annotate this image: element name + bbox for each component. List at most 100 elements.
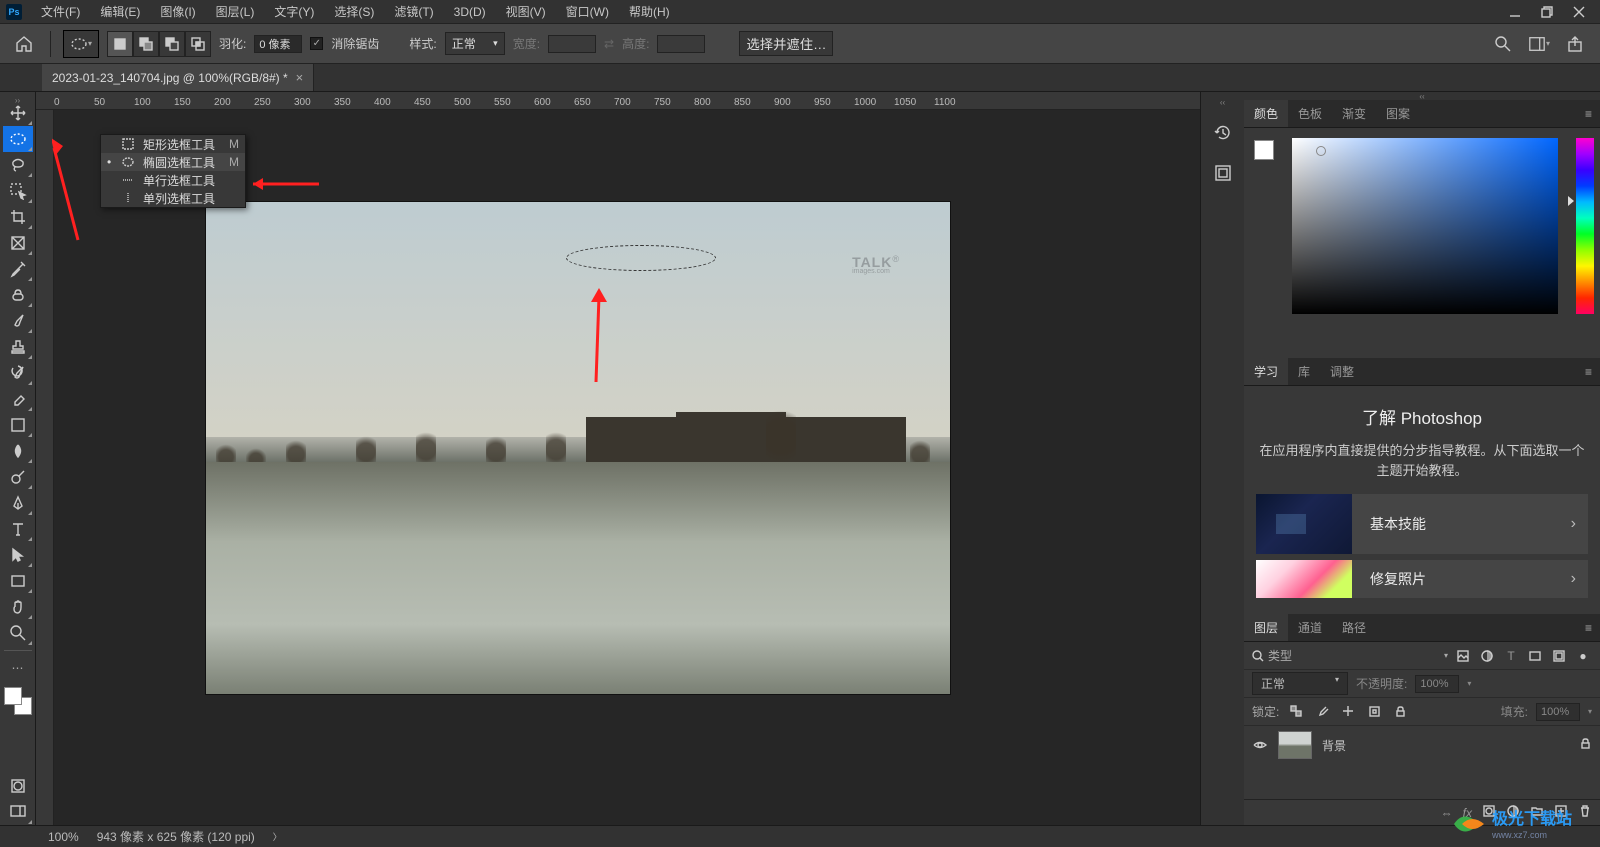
antialias-checkbox[interactable] xyxy=(310,37,323,50)
menu-3d[interactable]: 3D(D) xyxy=(445,2,495,22)
menu-image[interactable]: 图像(I) xyxy=(151,0,204,23)
canvas[interactable]: 矩形选框工具 M • 椭圆选框工具 M 单行选框工具 单列选框 xyxy=(54,110,1200,825)
menu-type[interactable]: 文字(Y) xyxy=(265,0,323,23)
healing-brush-tool-icon[interactable] xyxy=(3,282,33,308)
status-menu-icon[interactable]: 〉 xyxy=(273,830,282,843)
filter-toggle-icon[interactable]: ● xyxy=(1574,647,1592,665)
menu-view[interactable]: 视图(V) xyxy=(497,0,555,23)
menu-window[interactable]: 窗口(W) xyxy=(557,0,618,23)
hand-tool-icon[interactable] xyxy=(3,594,33,620)
flyout-rect-marquee[interactable]: 矩形选框工具 M xyxy=(101,135,245,153)
delete-layer-icon[interactable] xyxy=(1578,804,1592,821)
panels-grip-icon[interactable]: ‹‹ xyxy=(1244,92,1600,100)
blend-mode-select[interactable]: 正常 ▾ xyxy=(1252,672,1348,695)
selection-new-icon[interactable] xyxy=(107,31,133,57)
path-select-tool-icon[interactable] xyxy=(3,542,33,568)
dock-grip-icon[interactable]: ‹‹ xyxy=(1215,98,1231,107)
lock-all-icon[interactable] xyxy=(1391,703,1409,721)
fill-input[interactable]: 100% xyxy=(1536,703,1580,721)
eyedropper-tool-icon[interactable] xyxy=(3,256,33,282)
document-tab[interactable]: 2023-01-23_140704.jpg @ 100%(RGB/8#) * × xyxy=(42,64,314,91)
link-layers-icon[interactable]: ⇔ xyxy=(1441,806,1453,820)
window-close-icon[interactable] xyxy=(1568,3,1590,21)
lasso-tool-icon[interactable] xyxy=(3,152,33,178)
quick-mask-icon[interactable] xyxy=(3,773,33,799)
filter-adjust-icon[interactable] xyxy=(1478,647,1496,665)
tab-learn[interactable]: 学习 xyxy=(1244,358,1288,385)
flyout-single-column[interactable]: 单列选框工具 xyxy=(101,189,245,207)
current-tool-icon[interactable]: ▾ xyxy=(63,30,99,58)
blur-tool-icon[interactable] xyxy=(3,438,33,464)
filter-shape-icon[interactable] xyxy=(1526,647,1544,665)
menu-help[interactable]: 帮助(H) xyxy=(620,0,679,23)
tab-libraries[interactable]: 库 xyxy=(1288,358,1320,385)
tab-gradients[interactable]: 渐变 xyxy=(1332,100,1376,127)
zoom-tool-icon[interactable] xyxy=(3,620,33,646)
rectangle-tool-icon[interactable] xyxy=(3,568,33,594)
menu-layer[interactable]: 图层(L) xyxy=(207,0,264,23)
fx-icon[interactable]: fx xyxy=(1463,806,1472,820)
move-tool-icon[interactable] xyxy=(3,100,33,126)
history-panel-icon[interactable] xyxy=(1209,119,1237,147)
lock-icon[interactable] xyxy=(1579,737,1592,753)
edit-toolbar-icon[interactable]: ⋯ xyxy=(3,655,33,681)
lock-transparent-icon[interactable] xyxy=(1287,703,1305,721)
flyout-single-row[interactable]: 单行选框工具 xyxy=(101,171,245,189)
zoom-level[interactable]: 100% xyxy=(48,830,79,844)
panel-menu-icon[interactable]: ≡ xyxy=(1577,365,1600,379)
layer-row-background[interactable]: 背景 xyxy=(1244,726,1600,764)
stamp-tool-icon[interactable] xyxy=(3,334,33,360)
type-tool-icon[interactable] xyxy=(3,516,33,542)
workspace-switcher-icon[interactable]: ▾ xyxy=(1528,33,1550,55)
tutorial-retouch[interactable]: 修复照片 › xyxy=(1256,560,1588,598)
dodge-tool-icon[interactable] xyxy=(3,464,33,490)
document-dimensions[interactable]: 943 像素 x 625 像素 (120 ppi) xyxy=(97,828,255,845)
tab-patterns[interactable]: 图案 xyxy=(1376,100,1420,127)
foreground-color-swatch[interactable] xyxy=(4,687,22,705)
layer-filter-type[interactable]: 类型▾ xyxy=(1252,647,1448,664)
marquee-tool-icon[interactable] xyxy=(3,126,33,152)
frame-tool-icon[interactable] xyxy=(3,230,33,256)
panel-menu-icon[interactable]: ≡ xyxy=(1577,621,1600,635)
select-and-mask-button[interactable]: 选择并遮住… xyxy=(739,31,833,56)
ruler-vertical[interactable] xyxy=(36,110,54,825)
lock-pixels-icon[interactable] xyxy=(1313,703,1331,721)
tab-layers[interactable]: 图层 xyxy=(1244,614,1288,641)
tutorial-basics[interactable]: 基本技能 › xyxy=(1256,494,1588,554)
color-swatches[interactable] xyxy=(4,687,32,715)
share-icon[interactable] xyxy=(1564,33,1586,55)
properties-panel-icon[interactable] xyxy=(1209,159,1237,187)
selection-add-icon[interactable] xyxy=(133,31,159,57)
menu-file[interactable]: 文件(F) xyxy=(32,0,89,23)
home-button[interactable] xyxy=(10,30,38,58)
tab-paths[interactable]: 路径 xyxy=(1332,614,1376,641)
tab-color[interactable]: 颜色 xyxy=(1244,100,1288,127)
ruler-horizontal[interactable]: 0 50 100 150 200 250 300 350 400 450 500… xyxy=(36,92,1200,110)
filter-smart-icon[interactable] xyxy=(1550,647,1568,665)
tab-adjustments[interactable]: 调整 xyxy=(1320,358,1364,385)
menu-edit[interactable]: 编辑(E) xyxy=(91,0,149,23)
menu-select[interactable]: 选择(S) xyxy=(325,0,383,23)
menu-filter[interactable]: 滤镜(T) xyxy=(385,0,442,23)
gradient-tool-icon[interactable] xyxy=(3,412,33,438)
panel-menu-icon[interactable]: ≡ xyxy=(1577,107,1600,121)
selection-subtract-icon[interactable] xyxy=(159,31,185,57)
eraser-tool-icon[interactable] xyxy=(3,386,33,412)
flyout-ellipse-marquee[interactable]: • 椭圆选框工具 M xyxy=(101,153,245,171)
history-brush-tool-icon[interactable] xyxy=(3,360,33,386)
color-cursor-icon[interactable] xyxy=(1316,146,1326,156)
new-layer-icon[interactable] xyxy=(1554,804,1568,821)
pen-tool-icon[interactable] xyxy=(3,490,33,516)
adjustment-layer-icon[interactable] xyxy=(1506,804,1520,821)
group-icon[interactable] xyxy=(1530,804,1544,821)
mask-icon[interactable] xyxy=(1482,804,1496,821)
opacity-input[interactable]: 100% xyxy=(1415,675,1459,693)
filter-image-icon[interactable] xyxy=(1454,647,1472,665)
search-icon[interactable] xyxy=(1492,33,1514,55)
lock-artboard-icon[interactable] xyxy=(1365,703,1383,721)
lock-position-icon[interactable] xyxy=(1339,703,1357,721)
crop-tool-icon[interactable] xyxy=(3,204,33,230)
brush-tool-icon[interactable] xyxy=(3,308,33,334)
window-minimize-icon[interactable] xyxy=(1504,3,1526,21)
color-panel-swatches[interactable] xyxy=(1254,140,1282,168)
